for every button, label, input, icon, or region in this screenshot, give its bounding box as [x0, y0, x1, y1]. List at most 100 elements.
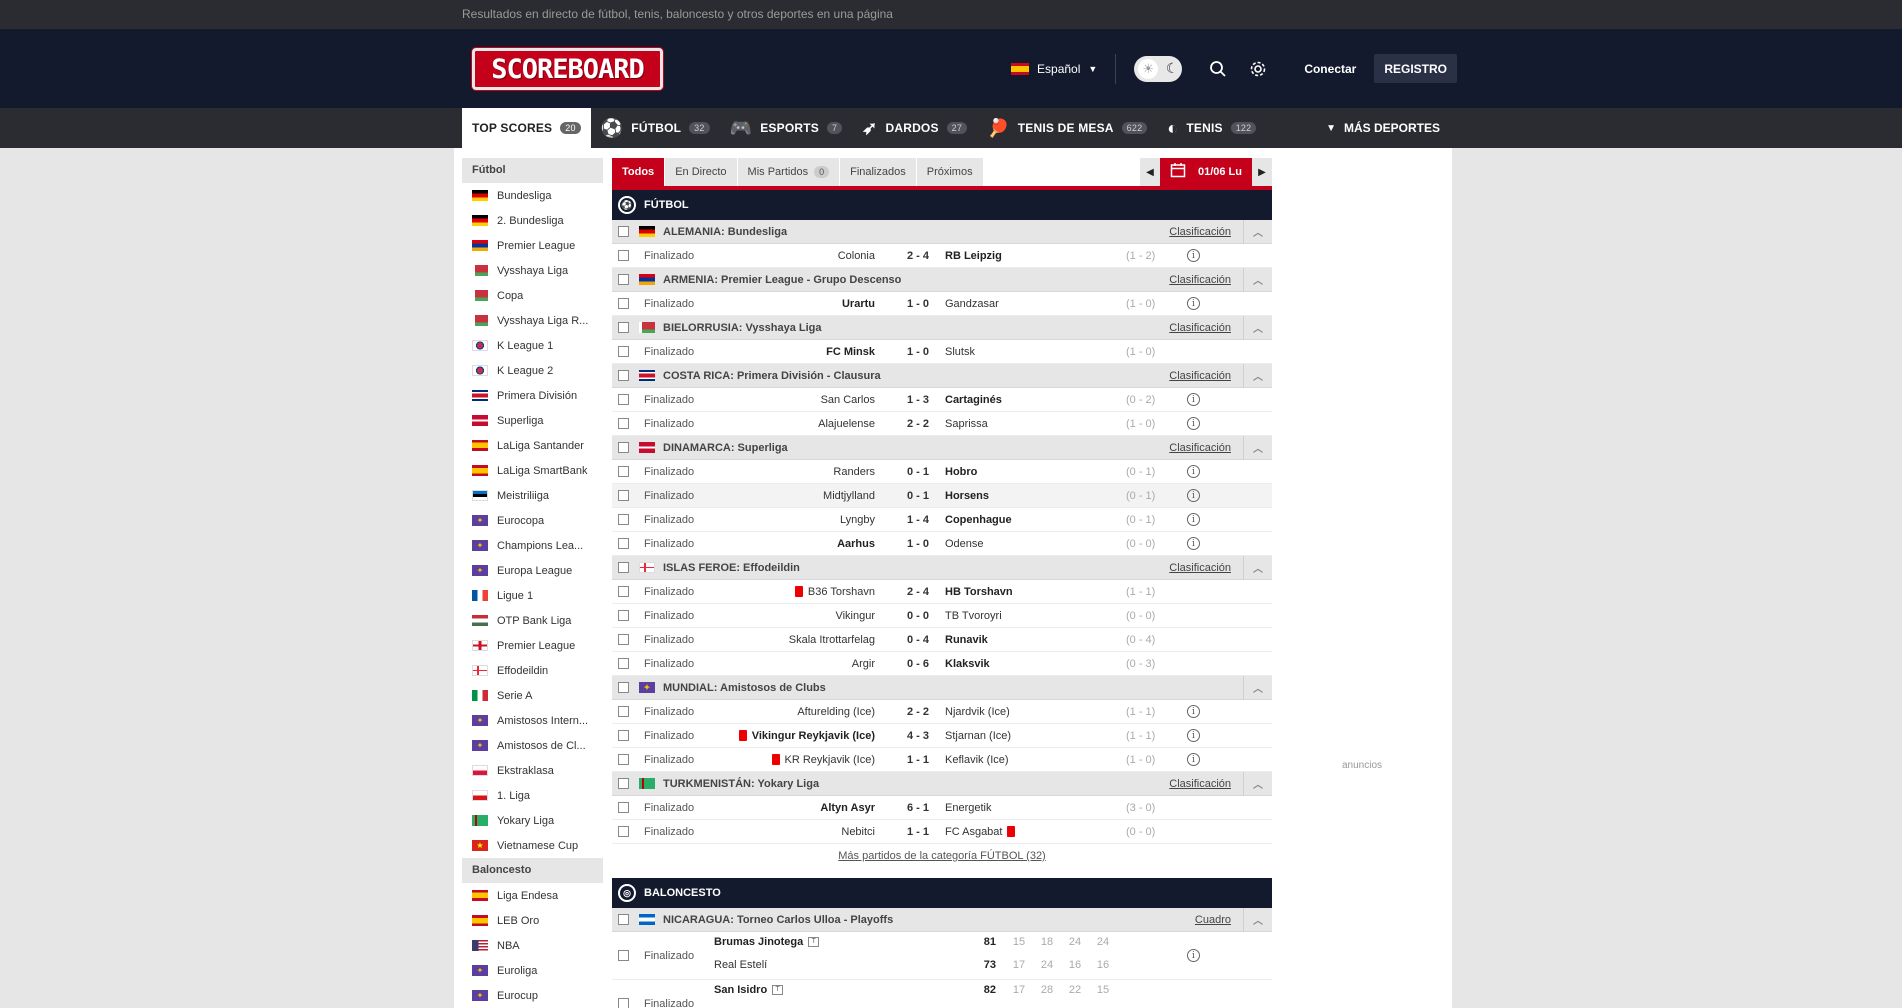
search-icon[interactable] — [1198, 49, 1238, 88]
sidebar-item[interactable]: ✦ Amistosos Intern... — [462, 708, 603, 733]
sidebar-item[interactable]: K League 1 — [462, 333, 603, 358]
match-row[interactable]: Finalizado B36 Torshavn 2 - 4 HB Torshavn (1… — [612, 580, 1272, 604]
info-icon[interactable]: i — [1187, 705, 1200, 718]
match-row[interactable]: Finalizado Colonia 2 - 4 RB Leipzig (1 - 2) i — [612, 244, 1272, 268]
sidebar-item[interactable]: Premier League — [462, 633, 603, 658]
sidebar-item[interactable]: ✦ Champions Lea... — [462, 533, 603, 558]
nav-tab-esports[interactable]: 🎮 ESPORTS 7 — [720, 108, 853, 148]
match-row[interactable]: Finalizado Alajuelense 2 - 2 Saprissa (1 - 0… — [612, 412, 1272, 436]
filter-tab[interactable]: Finalizados — [840, 158, 916, 186]
match-row[interactable]: Finalizado FC Minsk 1 - 0 Slutsk (1 - 0) — [612, 340, 1272, 364]
match-row[interactable]: Finalizado Nebitci 1 - 1 FC Asgabat (0 - 0) — [612, 820, 1272, 844]
league-checkbox[interactable] — [618, 914, 629, 925]
sidebar-item[interactable]: ★ Vietnamese Cup — [462, 833, 603, 858]
filter-tab[interactable]: Próximos — [916, 158, 983, 186]
standings-link[interactable]: Clasificación — [1169, 226, 1231, 238]
collapse-chevron-icon[interactable]: ︿ — [1243, 315, 1272, 340]
match-checkbox[interactable] — [618, 950, 629, 961]
sidebar-item[interactable]: Yokary Liga — [462, 808, 603, 833]
sidebar-item[interactable]: Ligue 1 — [462, 583, 603, 608]
more-football-link[interactable]: Más partidos de la categoría FÚTBOL (32) — [612, 844, 1272, 868]
sidebar-item[interactable]: LEB Oro — [462, 908, 603, 933]
nav-tab-tenis-de-mesa[interactable]: 🏓 TENIS DE MESA 622 — [977, 108, 1157, 148]
league-checkbox[interactable] — [618, 562, 629, 573]
info-icon[interactable]: i — [1187, 949, 1200, 962]
gear-icon[interactable] — [1238, 49, 1278, 88]
standings-link[interactable]: Clasificación — [1169, 370, 1231, 382]
match-row[interactable]: Finalizado Aarhus 1 - 0 Odense (0 - 0) i — [612, 532, 1272, 556]
league-checkbox[interactable] — [618, 370, 629, 381]
match-checkbox[interactable] — [618, 250, 629, 261]
sidebar-item[interactable]: ✦ Amistosos de Cl... — [462, 733, 603, 758]
match-checkbox[interactable] — [618, 706, 629, 717]
match-checkbox[interactable] — [618, 490, 629, 501]
league-checkbox[interactable] — [618, 226, 629, 237]
register-button[interactable]: REGISTRO — [1374, 54, 1457, 83]
info-icon[interactable]: i — [1187, 513, 1200, 526]
match-checkbox[interactable] — [618, 826, 629, 837]
info-icon[interactable]: i — [1187, 297, 1200, 310]
match-row[interactable]: Finalizado Vikingur Reykjavik (Ice) 4 - 3 S… — [612, 724, 1272, 748]
basketball-match-row[interactable]: Finalizado Brumas Jinotega T Real Estelí 81 7… — [612, 932, 1272, 980]
prev-day-button[interactable]: ◀ — [1139, 158, 1160, 186]
match-checkbox[interactable] — [618, 514, 629, 525]
sidebar-item[interactable]: Ekstraklasa — [462, 758, 603, 783]
theme-toggle[interactable]: ☀ ☾ — [1134, 55, 1183, 82]
filter-tab[interactable]: Mis Partidos 0 — [737, 158, 840, 186]
collapse-chevron-icon[interactable]: ︿ — [1243, 907, 1272, 932]
collapse-chevron-icon[interactable]: ︿ — [1243, 363, 1272, 388]
league-checkbox[interactable] — [618, 274, 629, 285]
sidebar-item[interactable]: LaLiga Santander — [462, 433, 603, 458]
collapse-chevron-icon[interactable]: ︿ — [1243, 771, 1272, 796]
collapse-chevron-icon[interactable]: ︿ — [1243, 675, 1272, 700]
bracket-link[interactable]: Cuadro — [1195, 914, 1231, 926]
logo[interactable]: SCOREBOARD — [472, 48, 663, 90]
info-icon[interactable]: i — [1187, 753, 1200, 766]
standings-link[interactable]: Clasificación — [1169, 562, 1231, 574]
date-display[interactable]: 01/06 Lu — [1159, 158, 1252, 186]
nav-tab-dardos[interactable]: ➶ DARDOS 27 — [852, 108, 977, 148]
match-checkbox[interactable] — [618, 346, 629, 357]
match-checkbox[interactable] — [618, 538, 629, 549]
collapse-chevron-icon[interactable]: ︿ — [1243, 267, 1272, 292]
league-checkbox[interactable] — [618, 322, 629, 333]
match-checkbox[interactable] — [618, 802, 629, 813]
language-selector[interactable]: Español ▼ — [1011, 62, 1097, 76]
sidebar-item[interactable]: Effodeildin — [462, 658, 603, 683]
match-row[interactable]: Finalizado Lyngby 1 - 4 Copenhague (0 - 1) i — [612, 508, 1272, 532]
standings-link[interactable]: Clasificación — [1169, 274, 1231, 286]
match-checkbox[interactable] — [618, 610, 629, 621]
standings-link[interactable]: Clasificación — [1169, 322, 1231, 334]
info-icon[interactable]: i — [1187, 465, 1200, 478]
info-icon[interactable]: i — [1187, 393, 1200, 406]
match-row[interactable]: Finalizado Argir 0 - 6 Klaksvik (0 - 3) — [612, 652, 1272, 676]
match-checkbox[interactable] — [618, 754, 629, 765]
sidebar-item[interactable]: Superliga — [462, 408, 603, 433]
league-checkbox[interactable] — [618, 682, 629, 693]
match-row[interactable]: Finalizado San Carlos 1 - 3 Cartaginés (0 - … — [612, 388, 1272, 412]
basketball-match-row[interactable]: Finalizado San Isidro T 82 17 28 22 15 — [612, 980, 1272, 1008]
sidebar-item[interactable]: OTP Bank Liga — [462, 608, 603, 633]
match-row[interactable]: Finalizado Vikingur 0 - 0 TB Tvoroyri (0 - 0… — [612, 604, 1272, 628]
sidebar-item[interactable]: Vysshaya Liga — [462, 258, 603, 283]
sidebar-item[interactable]: ✦ Eurocup — [462, 983, 603, 1008]
sidebar-item[interactable]: Premier League — [462, 233, 603, 258]
sidebar-item[interactable]: ✦ Eurocopa — [462, 508, 603, 533]
sidebar-item[interactable]: ✦ Europa League — [462, 558, 603, 583]
match-checkbox[interactable] — [618, 466, 629, 477]
collapse-chevron-icon[interactable]: ︿ — [1243, 555, 1272, 580]
info-icon[interactable]: i — [1187, 537, 1200, 550]
standings-link[interactable]: Clasificación — [1169, 778, 1231, 790]
sidebar-item[interactable]: Meistriliiga — [462, 483, 603, 508]
next-day-button[interactable]: ▶ — [1252, 158, 1272, 186]
sidebar-item[interactable]: K League 2 — [462, 358, 603, 383]
match-row[interactable]: Finalizado Altyn Asyr 6 - 1 Energetik (3 - 0… — [612, 796, 1272, 820]
match-checkbox[interactable] — [618, 418, 629, 429]
nav-tab-tenis[interactable]: ◐ TENIS 122 — [1157, 108, 1266, 148]
match-row[interactable]: Finalizado KR Reykjavik (Ice) 1 - 1 Keflavi… — [612, 748, 1272, 772]
league-checkbox[interactable] — [618, 778, 629, 789]
match-checkbox[interactable] — [618, 586, 629, 597]
match-row[interactable]: Finalizado Afturelding (Ice) 2 - 2 Njardvik… — [612, 700, 1272, 724]
match-checkbox[interactable] — [618, 730, 629, 741]
sidebar-item[interactable]: Serie A — [462, 683, 603, 708]
